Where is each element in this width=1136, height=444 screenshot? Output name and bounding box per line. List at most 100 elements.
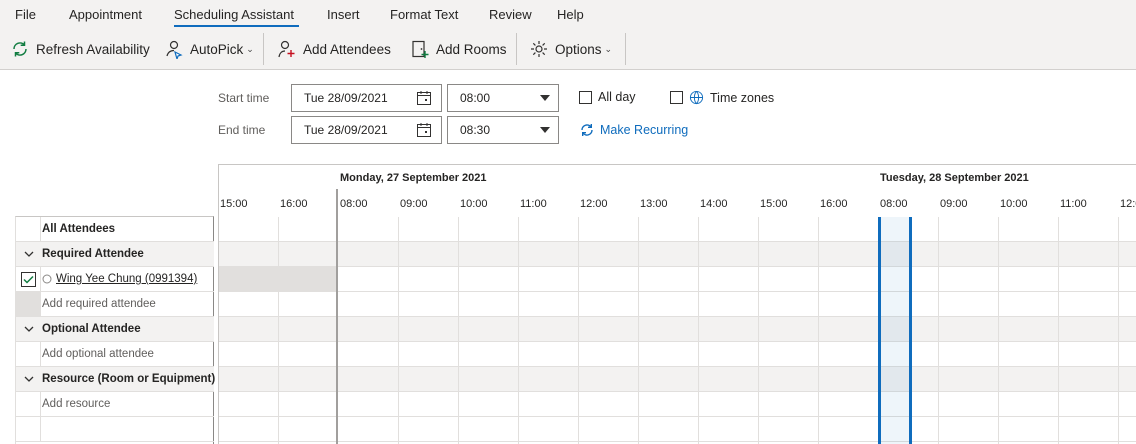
chevron-down-icon[interactable] — [16, 367, 41, 391]
refresh-availability-button[interactable]: Refresh Availability — [10, 33, 150, 65]
add-resource-row[interactable]: Add resource — [16, 392, 214, 417]
day-header-tuesday: Tuesday, 28 September 2021 — [880, 172, 1029, 184]
toolbar-separator — [263, 33, 264, 65]
day-divider — [336, 189, 338, 444]
end-time-dropdown[interactable]: 08:30 — [447, 116, 559, 144]
gear-icon — [531, 41, 547, 57]
end-date-field[interactable]: Tue 28/09/2021 — [291, 116, 442, 144]
hour-gridline — [1058, 217, 1059, 444]
meeting-time-selection[interactable] — [878, 217, 912, 444]
start-time-dropdown[interactable]: 08:00 — [447, 84, 559, 112]
all-day-label: All day — [598, 90, 636, 104]
dropdown-arrow-icon — [534, 117, 556, 143]
toolbar-separator — [516, 33, 517, 65]
hour-gridline — [938, 217, 939, 444]
options-button[interactable]: Options ⌄ — [529, 33, 612, 65]
hour-label: 12:0 — [1120, 198, 1136, 210]
add-attendees-button[interactable]: Add Attendees — [277, 33, 391, 65]
menu-bar: File Appointment Scheduling Assistant In… — [0, 0, 1136, 30]
add-person-icon — [278, 40, 295, 58]
add-room-icon — [412, 40, 429, 58]
resource-group-row[interactable]: Resource (Room or Equipment) — [16, 367, 216, 392]
add-required-input[interactable]: Add required attendee — [42, 298, 156, 310]
autopick-button[interactable]: AutoPick ⌄ — [164, 33, 254, 65]
add-resource-input[interactable]: Add resource — [42, 398, 110, 410]
hour-gridline — [758, 217, 759, 444]
chevron-down-icon[interactable] — [16, 242, 41, 266]
hour-gridline — [578, 217, 579, 444]
hour-label: 15:00 — [760, 198, 788, 210]
menu-review[interactable]: Review — [489, 7, 532, 22]
menu-appointment[interactable]: Appointment — [69, 7, 142, 22]
hour-label: 15:00 — [220, 198, 248, 210]
autopick-label: AutoPick — [190, 41, 244, 57]
attendee-row[interactable]: Wing Yee Chung (0991394) — [16, 267, 214, 292]
hour-label: 09:00 — [940, 198, 968, 210]
menu-scheduling-assistant[interactable]: Scheduling Assistant — [174, 7, 294, 22]
scheduling-grid[interactable]: Monday, 27 September 2021 Tuesday, 28 Se… — [218, 164, 1136, 444]
end-time-label: End time — [218, 123, 266, 137]
make-recurring-label: Make Recurring — [600, 123, 689, 137]
calendar-icon[interactable] — [411, 117, 437, 143]
checkbox-box[interactable] — [579, 90, 592, 104]
add-attendees-label: Add Attendees — [303, 41, 391, 57]
row-lead — [16, 342, 41, 366]
hour-gridline — [998, 217, 999, 444]
menu-format-text[interactable]: Format Text — [390, 7, 458, 22]
add-optional-input[interactable]: Add optional attendee — [42, 348, 154, 360]
hour-gridline — [638, 217, 639, 444]
status-circle-icon — [42, 274, 52, 284]
hour-gridline — [698, 217, 699, 444]
time-zones-label: Time zones — [710, 90, 775, 105]
hour-label: 10:00 — [1000, 198, 1028, 210]
hour-label: 08:00 — [340, 198, 368, 210]
add-rooms-button[interactable]: Add Rooms — [410, 33, 507, 65]
time-zones-checkbox[interactable]: Time zones — [670, 90, 774, 105]
end-time-value: 08:30 — [460, 123, 491, 137]
resource-group-label: Resource (Room or Equipment) — [42, 373, 216, 385]
required-group-label: Required Attendee — [42, 248, 144, 260]
hour-label: 13:00 — [640, 198, 668, 210]
dropdown-arrow-icon — [534, 85, 556, 111]
add-rooms-label: Add Rooms — [436, 41, 507, 57]
attendee-checkbox[interactable] — [16, 267, 41, 291]
globe-icon — [689, 90, 704, 105]
hour-gridline — [818, 217, 819, 444]
hour-gridline — [458, 217, 459, 444]
recurring-icon — [581, 124, 593, 136]
optional-group-row[interactable]: Optional Attendee — [16, 317, 214, 342]
ribbon: File Appointment Scheduling Assistant In… — [0, 0, 1136, 70]
hour-label: 12:00 — [580, 198, 608, 210]
make-recurring-link[interactable]: Make Recurring — [579, 122, 688, 138]
hour-gridline — [398, 217, 399, 444]
attendee-name[interactable]: Wing Yee Chung (0991394) — [56, 273, 197, 285]
toolbar: Refresh Availability AutoPick ⌄ Add Atte… — [0, 33, 1136, 65]
chevron-down-icon: ⌄ — [604, 43, 613, 54]
row-lead — [16, 292, 41, 316]
menu-file[interactable]: File — [15, 7, 36, 22]
row-lead — [16, 217, 41, 241]
refresh-availability-label: Refresh Availability — [36, 41, 150, 57]
required-group-row[interactable]: Required Attendee — [16, 242, 214, 267]
checkbox-box[interactable] — [670, 91, 683, 104]
hour-label: 10:00 — [460, 198, 488, 210]
add-required-row[interactable]: Add required attendee — [16, 292, 214, 317]
menu-insert[interactable]: Insert — [327, 7, 360, 22]
attendee-list: All Attendees Required Attendee Wing Yee… — [15, 216, 216, 444]
chevron-down-icon: ⌄ — [246, 43, 254, 54]
row-lead — [16, 392, 41, 416]
add-optional-row[interactable]: Add optional attendee — [16, 342, 214, 367]
end-date-value: Tue 28/09/2021 — [304, 123, 388, 137]
hour-label: 16:00 — [820, 198, 848, 210]
hour-gridline — [518, 217, 519, 444]
refresh-icon — [13, 41, 27, 57]
calendar-icon[interactable] — [411, 85, 437, 111]
start-date-field[interactable]: Tue 28/09/2021 — [291, 84, 442, 112]
hour-gridline — [278, 217, 279, 444]
all-day-checkbox[interactable]: All day — [579, 90, 636, 104]
hour-label: 08:00 — [880, 198, 908, 210]
all-attendees-label: All Attendees — [42, 223, 116, 235]
hour-label: 16:00 — [280, 198, 308, 210]
chevron-down-icon[interactable] — [16, 317, 41, 341]
menu-help[interactable]: Help — [557, 7, 584, 22]
